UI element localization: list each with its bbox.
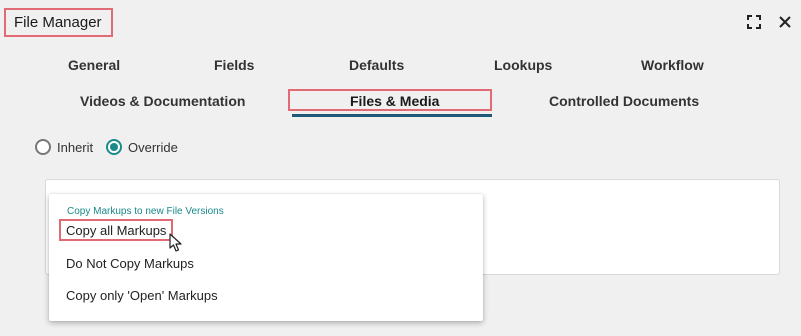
tab-fields[interactable]: Fields: [214, 57, 254, 73]
maximize-icon[interactable]: [744, 12, 764, 32]
tab-workflow[interactable]: Workflow: [641, 57, 704, 73]
tab-videos-documentation[interactable]: Videos & Documentation: [80, 93, 245, 109]
active-tab-underline: [292, 114, 492, 117]
tab-lookups[interactable]: Lookups: [494, 57, 552, 73]
window-title: File Manager: [14, 14, 102, 31]
tab-general[interactable]: General: [68, 57, 120, 73]
mouse-cursor-icon: [169, 233, 182, 252]
option-copy-all-markups[interactable]: Copy all Markups: [66, 223, 166, 238]
option-do-not-copy-markups[interactable]: Do Not Copy Markups: [66, 256, 194, 271]
override-radio-label: Override: [128, 139, 178, 155]
tab-files-media[interactable]: Files & Media: [350, 93, 439, 109]
title-bar: File Manager: [0, 0, 801, 46]
inherit-radio-circle[interactable]: [35, 139, 51, 155]
copy-markups-dropdown[interactable]: Copy Markups to new File Versions Copy a…: [49, 194, 483, 321]
tab-controlled-documents[interactable]: Controlled Documents: [549, 93, 699, 109]
inherit-radio[interactable]: Inherit: [35, 139, 93, 155]
close-icon[interactable]: [775, 12, 795, 32]
option-copy-open-markups[interactable]: Copy only 'Open' Markups: [66, 288, 218, 303]
tab-defaults[interactable]: Defaults: [349, 57, 404, 73]
override-radio[interactable]: Override: [106, 139, 178, 155]
override-radio-circle[interactable]: [106, 139, 122, 155]
override-radio-dot: [110, 143, 118, 151]
inherit-radio-label: Inherit: [57, 139, 94, 155]
dropdown-header: Copy Markups to new File Versions: [67, 206, 224, 217]
